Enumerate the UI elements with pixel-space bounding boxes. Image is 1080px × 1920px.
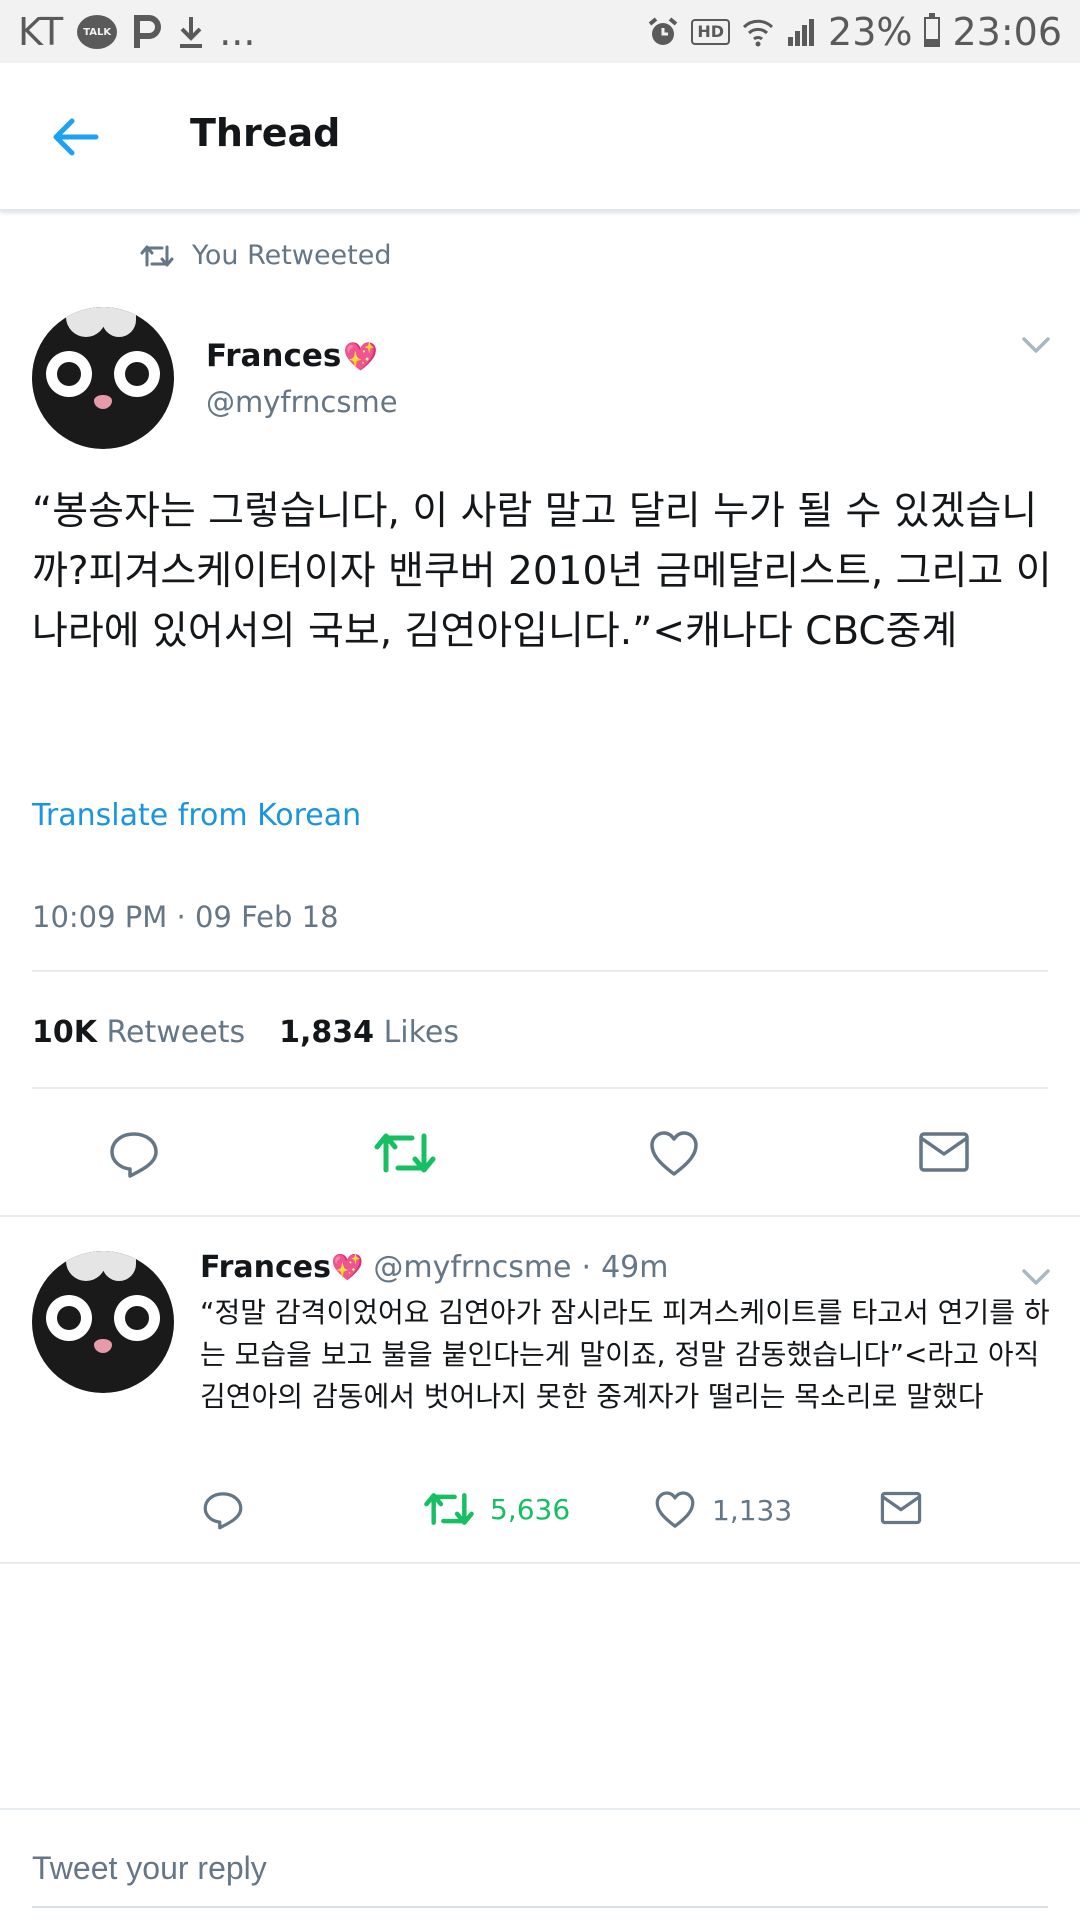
likes-count: 1,834	[279, 1015, 375, 1050]
tweet-stats: 10K Retweets 1,834 Likes	[32, 1015, 459, 1050]
reply-author-name[interactable]: Frances 💖	[200, 1250, 363, 1285]
likes-stat[interactable]: 1,834 Likes	[279, 1015, 459, 1050]
reply-menu-button[interactable]	[1016, 1262, 1056, 1292]
reply-text: “정말 감격이었어요 김연아가 잠시라도 피겨스케이트를 타고서 연기를 하는 …	[200, 1296, 1050, 1413]
retweet-context: You Retweeted	[140, 240, 392, 271]
reply-input-underline	[32, 1906, 1048, 1908]
reply-composer	[0, 1808, 1080, 1920]
battery-icon	[924, 13, 941, 47]
likes-label: Likes	[383, 1015, 460, 1050]
back-button[interactable]	[40, 107, 110, 167]
reply-like-count: 1,133	[712, 1493, 793, 1527]
retweet-context-label: You Retweeted	[192, 240, 392, 271]
envelope-icon	[919, 1132, 969, 1172]
thread-header: Thread	[0, 63, 1080, 211]
retweets-label: Retweets	[106, 1015, 246, 1050]
reply-retweet-count: 5,636	[490, 1492, 571, 1526]
divider	[32, 1087, 1048, 1089]
signal-icon	[786, 17, 816, 47]
retweet-button[interactable]	[374, 1130, 436, 1176]
retweet-icon	[424, 1493, 474, 1525]
divider	[0, 1562, 1080, 1564]
reply-reply-button[interactable]	[202, 1490, 244, 1530]
divider	[32, 970, 1048, 972]
talk-label: TALK	[77, 15, 118, 49]
reply-header: Frances 💖 @myfrncsme · 49m	[200, 1250, 668, 1285]
retweet-icon	[140, 245, 174, 266]
tweet-text: “봉송자는 그렇습니다, 이 사람 말고 달리 누가 될 수 있겠습니까?피겨스…	[32, 489, 1052, 654]
tweet-actions	[0, 1122, 1080, 1202]
reply-share-button[interactable]	[880, 1490, 922, 1526]
heart-icon	[655, 1491, 695, 1528]
divider	[0, 1215, 1080, 1217]
sparkling-heart-emoji: 💖	[330, 1252, 364, 1283]
reply-icon	[110, 1132, 158, 1178]
heart-icon	[650, 1131, 698, 1176]
wifi-icon	[742, 17, 774, 47]
retweets-count: 10K	[32, 1015, 97, 1050]
reply-actions: 5,636 1,133	[0, 1482, 1080, 1542]
author-name-text: Frances	[206, 338, 342, 374]
reply-age: 49m	[601, 1250, 669, 1285]
translate-link[interactable]: Translate from Korean	[32, 798, 361, 833]
reply-icon	[203, 1492, 243, 1530]
reply-like-button[interactable]: 1,133	[654, 1490, 792, 1530]
avatar[interactable]	[32, 307, 174, 449]
reply-author-handle[interactable]: @myfrncsme	[373, 1250, 571, 1285]
reply-button[interactable]	[108, 1130, 160, 1178]
sparkling-heart-emoji: 💖	[343, 339, 379, 373]
alarm-icon	[647, 16, 679, 48]
reply-retweet-button[interactable]: 5,636	[424, 1490, 570, 1528]
reply-avatar[interactable]	[32, 1251, 174, 1393]
retweet-icon	[374, 1133, 436, 1173]
page-title: Thread	[190, 111, 341, 155]
reply-author-name-text: Frances	[200, 1250, 331, 1285]
retweets-stat[interactable]: 10K Retweets	[32, 1015, 245, 1050]
like-button[interactable]	[648, 1130, 700, 1178]
battery-percent: 23%	[828, 10, 913, 54]
reply-input[interactable]	[32, 1840, 1032, 1896]
parking-icon	[131, 14, 163, 50]
more-indicator: ...	[219, 10, 256, 54]
kakaotalk-icon: TALK	[77, 15, 118, 49]
tweet-menu-button[interactable]	[1016, 330, 1056, 360]
tweet-timestamp: 10:09 PM · 09 Feb 18	[32, 900, 339, 934]
separator-dot: ·	[581, 1250, 592, 1285]
carrier-label: KT	[18, 10, 64, 54]
download-icon	[177, 15, 205, 49]
chevron-down-icon	[1022, 1269, 1050, 1285]
clock: 23:06	[952, 10, 1062, 54]
author-handle[interactable]: @myfrncsme	[206, 385, 398, 419]
hd-icon: HD	[691, 19, 731, 45]
envelope-icon	[880, 1491, 922, 1525]
status-bar: KT TALK ... HD 23% 23:06	[0, 0, 1080, 63]
share-via-dm-button[interactable]	[918, 1130, 970, 1174]
arrow-left-icon	[53, 118, 99, 156]
author-name[interactable]: Frances 💖	[206, 338, 378, 374]
chevron-down-icon	[1022, 337, 1050, 353]
